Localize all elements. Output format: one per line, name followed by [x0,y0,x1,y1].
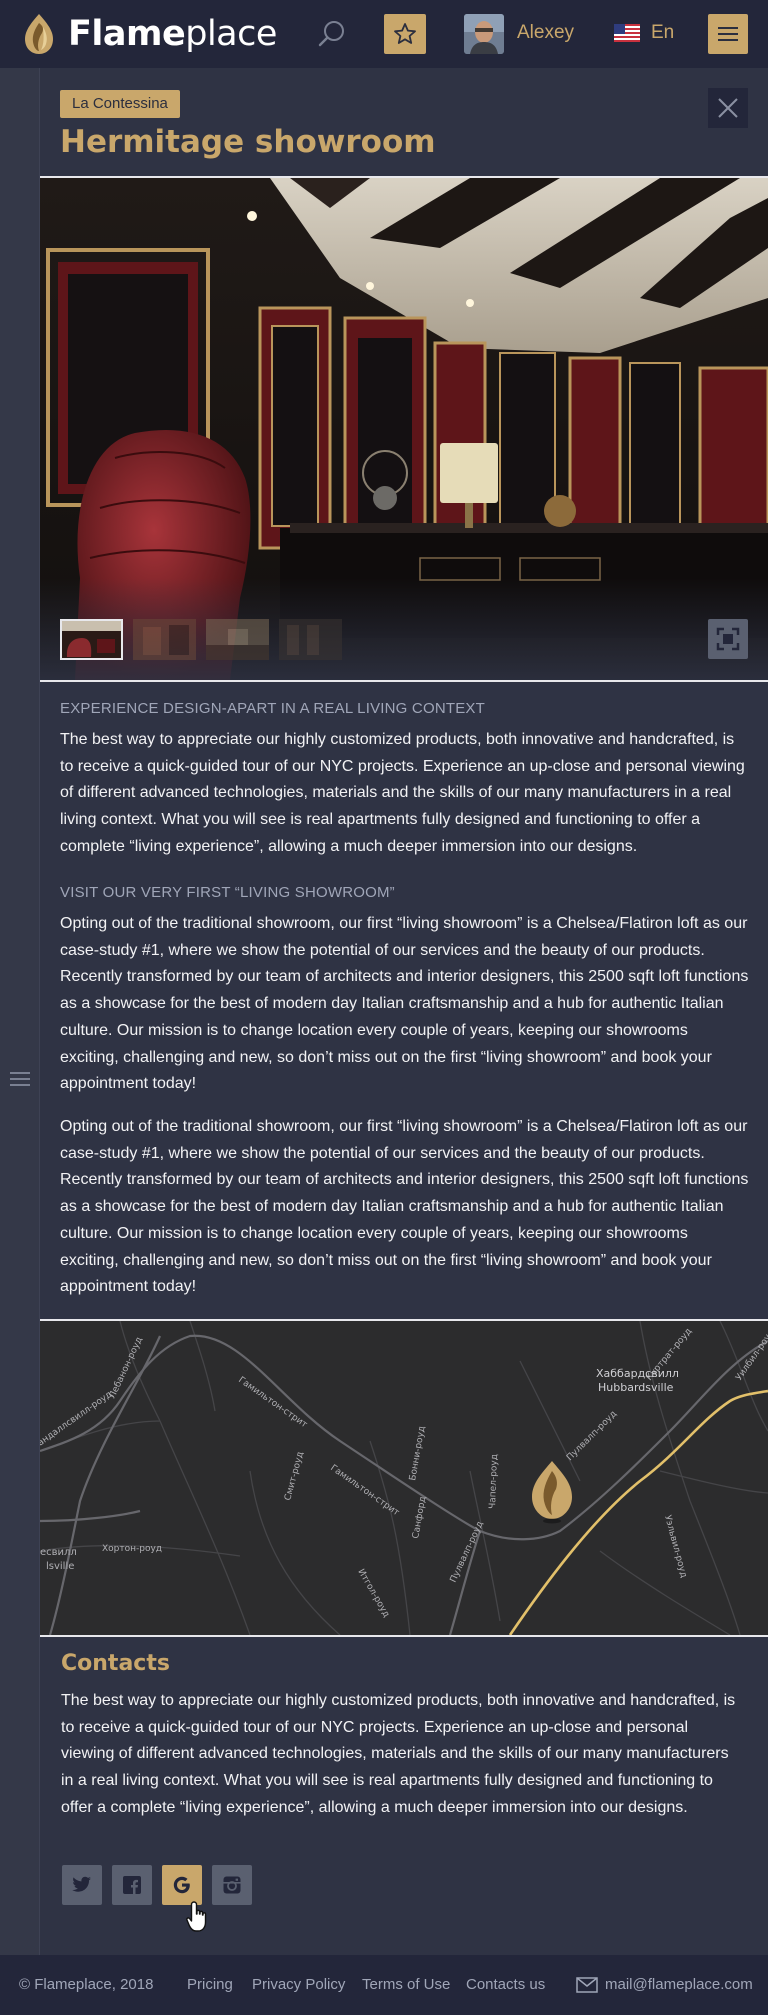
twitter-button[interactable] [62,1865,102,1905]
top-header: Flameplace Alexey En [0,0,768,68]
map-label: Hubbardsville [598,1381,674,1394]
map-label: Хаббардсвилл [596,1367,679,1380]
pointer-cursor-icon [186,1901,207,1932]
menu-button[interactable] [708,14,748,54]
location-map[interactable]: Гамильтон-стрит Гамильтон-стрит Лебанон-… [40,1319,768,1637]
footer-link-privacy[interactable]: Privacy Policy [252,1976,345,1993]
fullscreen-button[interactable] [708,619,748,659]
brand-logo[interactable]: Flameplace [22,10,277,58]
thumbnail-2[interactable] [133,619,196,660]
section-text: Opting out of the traditional showroom, … [60,915,749,1093]
footer-link-pricing[interactable]: Pricing [187,1976,233,1993]
google-icon [173,1876,190,1894]
map-label: lsville [46,1561,74,1572]
showroom-tag[interactable]: La Contessina [60,90,180,118]
map-canvas: Гамильтон-стрит Гамильтон-стрит Лебанон-… [40,1321,768,1635]
user-photo-icon [464,14,504,54]
contacts-text: The best way to appreciate our highly cu… [61,1692,736,1816]
page-footer: © Flameplace, 2018 Pricing Privacy Polic… [0,1955,768,2015]
close-button[interactable] [708,88,748,128]
brand-name: Flameplace [68,14,277,54]
search-icon[interactable] [316,18,348,50]
instagram-icon [223,1876,241,1894]
section-text: The best way to appreciate our highly cu… [60,731,745,855]
mail-icon [576,1977,598,1993]
showroom-photo [40,178,768,680]
map-label: Хортон-роуд [102,1544,162,1554]
footer-link-contacts[interactable]: Contacts us [466,1976,545,1993]
star-icon [394,23,416,44]
thumbnail-1[interactable] [60,619,123,660]
close-icon [718,98,738,118]
showroom-panel: La Contessina Hermitage showroom EXPERIE… [40,68,768,1955]
google-button[interactable] [162,1865,202,1905]
photo-gallery[interactable] [40,176,768,682]
gallery-thumbnails [60,619,342,660]
map-label: Чапел-роуд [488,1454,500,1509]
page-title: Hermitage showroom [60,124,436,160]
facebook-icon [123,1876,141,1894]
fullscreen-icon [716,627,740,651]
thumbnail-3[interactable] [206,619,269,660]
favorites-button[interactable] [384,14,426,54]
social-links [62,1865,252,1905]
section-heading: EXPERIENCE DESIGN-APART IN A REAL LIVING… [60,700,485,717]
footer-link-terms[interactable]: Terms of Use [362,1976,450,1993]
footer-email[interactable]: mail@flameplace.com [605,1976,753,1993]
section-heading: VISIT OUR VERY FIRST “LIVING SHOWROOM” [60,884,395,901]
side-rail [0,68,40,1955]
rail-toggle-icon[interactable] [10,1072,30,1086]
copyright: © Flameplace, 2018 [19,1976,154,1993]
flame-logo-icon [25,14,53,54]
thumbnail-4[interactable] [279,619,342,660]
us-flag-icon[interactable] [614,24,640,42]
contacts-title: Contacts [61,1651,170,1676]
twitter-icon [72,1876,91,1892]
facebook-button[interactable] [112,1865,152,1905]
section-text: Opting out of the traditional showroom, … [60,1118,749,1296]
hamburger-icon [718,27,738,29]
user-name[interactable]: Alexey [517,22,574,44]
map-label: есвилл [40,1547,77,1558]
avatar[interactable] [464,14,504,54]
language-selector[interactable]: En [651,22,674,44]
instagram-button[interactable] [212,1865,252,1905]
